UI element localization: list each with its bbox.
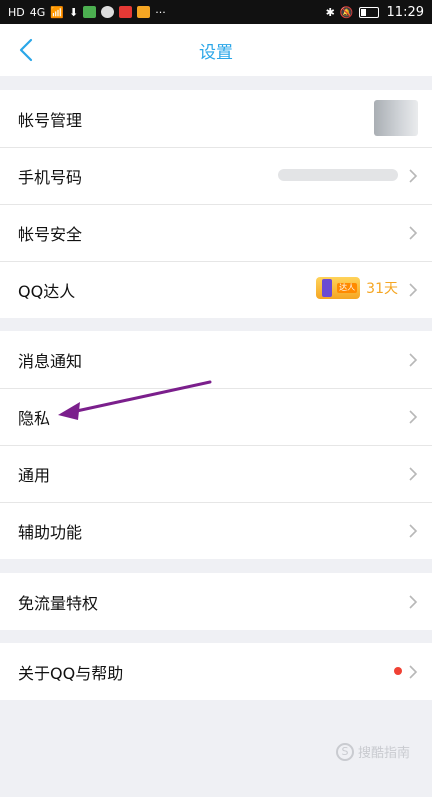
watermark: S 搜酷指南 — [335, 742, 410, 761]
daren-days: 31天 — [366, 281, 398, 297]
nav-bar: 设置 — [0, 24, 432, 76]
settings-item-free-data-privilege[interactable]: 免流量特权 — [0, 573, 432, 630]
settings-item-account-security[interactable]: 帐号安全 — [0, 204, 432, 261]
back-button[interactable] — [14, 36, 38, 64]
settings-item-phone-number[interactable]: 手机号码 — [0, 147, 432, 204]
settings-item-label: 通用 — [18, 465, 51, 485]
settings-item-accessibility[interactable]: 辅助功能 — [0, 502, 432, 559]
chevron-right-icon — [409, 282, 418, 297]
chevron-right-icon — [409, 168, 418, 183]
app-notification-icon — [137, 6, 151, 18]
settings-item-label: 手机号码 — [18, 167, 83, 187]
mute-icon: 🔕 — [339, 5, 354, 19]
chevron-right-icon — [409, 594, 418, 609]
battery-icon — [358, 6, 379, 18]
chevron-right-icon — [409, 523, 418, 538]
clock: 11:29 — [386, 4, 424, 20]
chevron-right-icon — [409, 352, 418, 367]
settings-item-label: 隐私 — [18, 408, 51, 428]
settings-item-label: 辅助功能 — [18, 522, 83, 542]
settings-group-account: 帐号管理 手机号码 帐号安全 QQ达人 达人 31天 — [0, 90, 432, 318]
download-icon: ⬇ — [68, 5, 79, 19]
settings-item-general[interactable]: 通用 — [0, 445, 432, 502]
daren-badge-tag: 达人 — [337, 283, 358, 293]
app-notification-icon — [83, 6, 97, 18]
settings-item-notifications[interactable]: 消息通知 — [0, 331, 432, 388]
settings-item-label: 免流量特权 — [18, 593, 99, 613]
settings-item-label: 帐号管理 — [18, 110, 83, 130]
status-bar: HD 4G 📶 ⬇ ··· ✱ 🔕 11:29 — [0, 0, 432, 24]
qq-daren-badge: 达人 31天 — [316, 277, 398, 299]
bluetooth-icon: ✱ — [325, 5, 335, 19]
s-circle-icon: S — [335, 742, 354, 761]
more-notifications-icon: ··· — [155, 5, 166, 19]
daren-badge-icon: 达人 — [316, 277, 361, 299]
settings-item-about-help[interactable]: 关于QQ与帮助 — [0, 643, 432, 700]
settings-item-privacy[interactable]: 隐私 — [0, 388, 432, 445]
settings-group-free-data: 免流量特权 — [0, 573, 432, 630]
settings-item-label: 消息通知 — [18, 351, 83, 371]
watermark-text: 搜酷指南 — [357, 746, 410, 761]
settings-item-label: QQ达人 — [18, 281, 76, 301]
phone-number-redacted — [278, 169, 398, 181]
avatar — [374, 100, 418, 136]
signal-strength: 4G — [29, 5, 46, 19]
settings-item-account-management[interactable]: 帐号管理 — [0, 90, 432, 147]
app-notification-icon — [119, 6, 133, 18]
chevron-right-icon — [409, 225, 418, 240]
page-title: 设置 — [199, 42, 233, 63]
chevron-right-icon — [409, 664, 418, 679]
chevron-right-icon — [409, 466, 418, 481]
new-indicator-dot — [394, 667, 402, 675]
chevron-left-icon — [19, 38, 33, 62]
settings-item-label: 关于QQ与帮助 — [18, 663, 124, 683]
settings-group-general: 消息通知 隐私 通用 辅助功能 — [0, 331, 432, 559]
chevron-right-icon — [409, 409, 418, 424]
settings-item-qq-daren[interactable]: QQ达人 达人 31天 — [0, 261, 432, 318]
app-notification-icon — [101, 6, 115, 18]
settings-group-about: 关于QQ与帮助 — [0, 643, 432, 700]
hd-indicator: HD — [8, 5, 25, 19]
settings-item-label: 帐号安全 — [18, 224, 83, 244]
wifi-icon: 📶 — [50, 5, 64, 19]
